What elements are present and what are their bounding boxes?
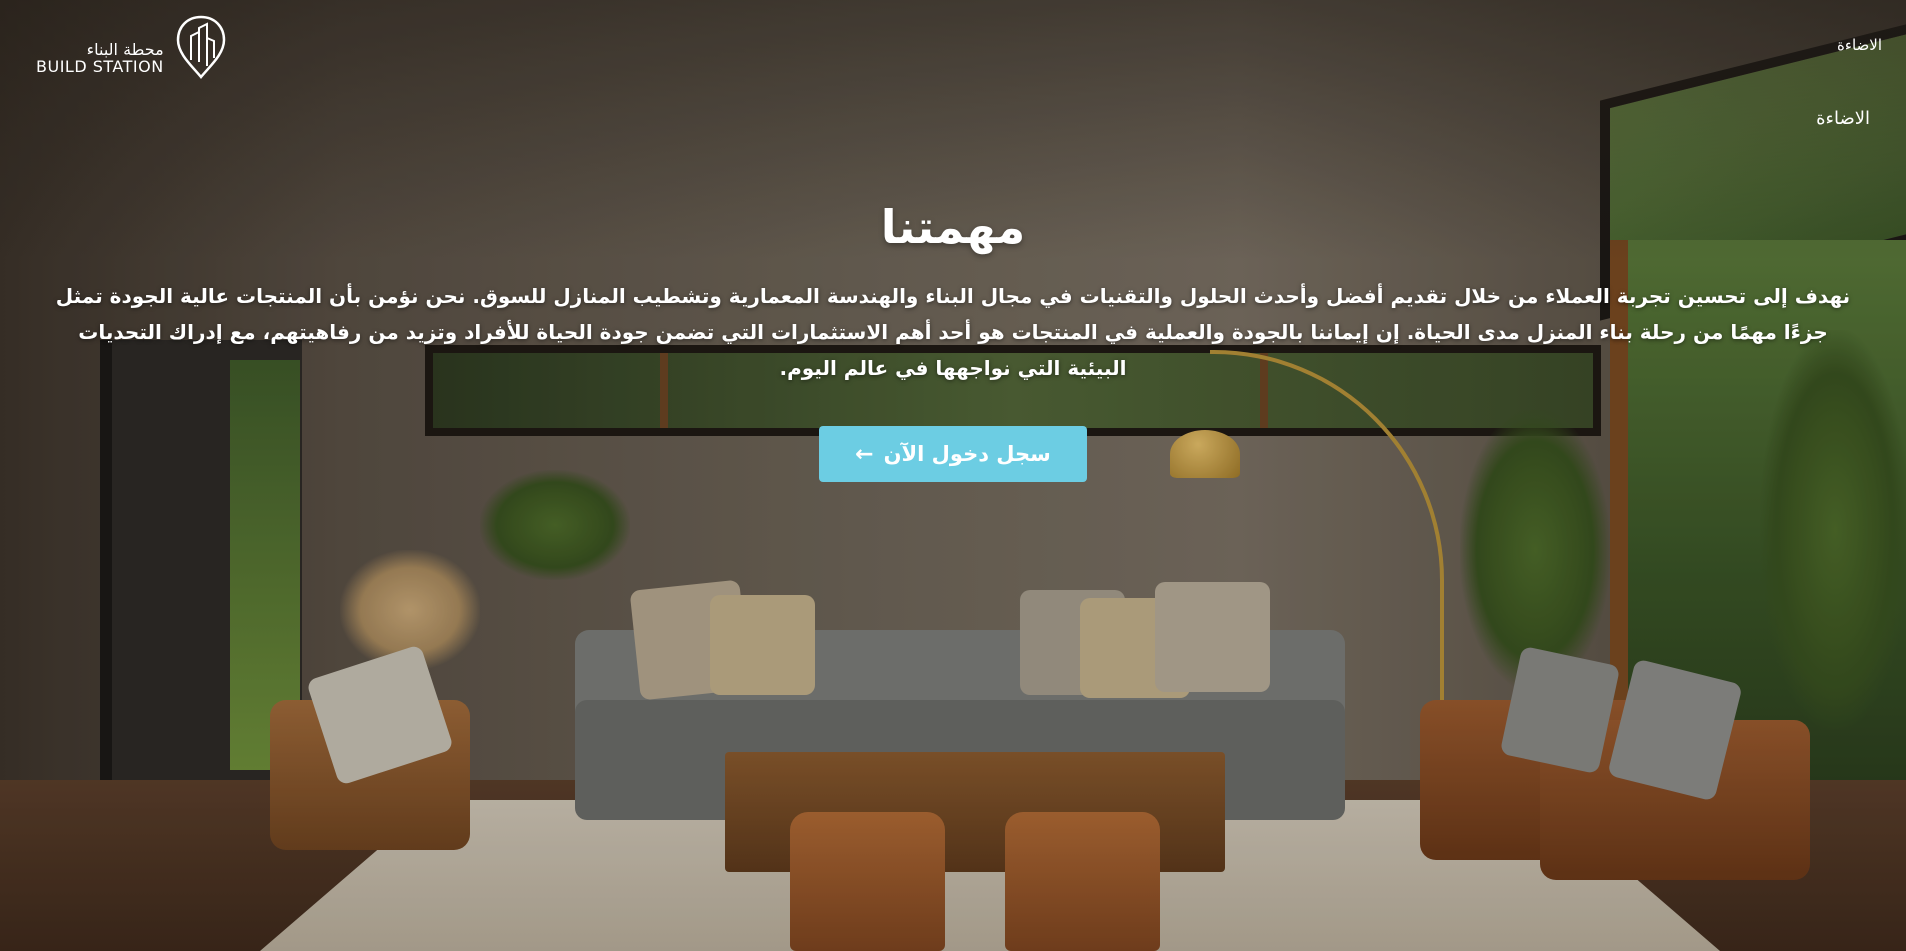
nav-link-lighting-secondary[interactable]: الاضاءة [1816,108,1870,129]
logo[interactable]: محطة البناء BUILD STATION [36,10,228,80]
mission-description: نهدف إلى تحسين تجربة العملاء من خلال تقد… [55,284,1851,380]
login-button-label: سجل دخول الآن [883,442,1051,466]
logo-name-en: BUILD STATION [36,57,164,77]
logo-name-ar: محطة البناء [86,39,164,59]
mission-content: مهمتنا نهدف إلى تحسين تجربة العملاء من خ… [40,200,1866,482]
logo-text: محطة البناء BUILD STATION [36,41,164,80]
hero-section: محطة البناء BUILD STATION الاضاءة الاضاء… [0,0,1906,951]
nav-link-lighting[interactable]: الاضاءة [1837,36,1882,54]
page-title: مهمتنا [880,200,1026,254]
login-now-button[interactable]: سجل دخول الآن ← [819,426,1087,482]
building-pin-icon [176,15,225,79]
arrow-left-icon: ← [855,441,874,467]
